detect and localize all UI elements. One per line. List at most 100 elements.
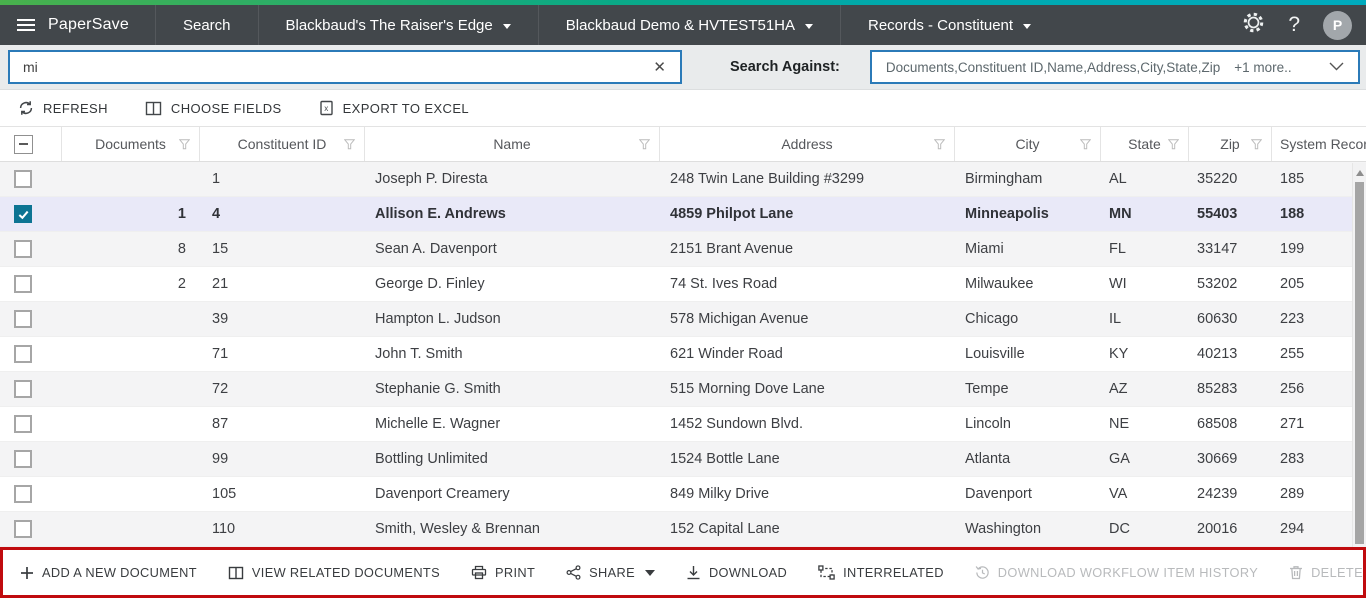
choose-fields-button[interactable]: CHOOSE FIELDS — [145, 101, 282, 116]
footer-item-label: DELETE — [1311, 565, 1363, 580]
row-checkbox[interactable] — [14, 275, 32, 293]
row-checkbox[interactable] — [14, 380, 32, 398]
footer-item-label: VIEW RELATED DOCUMENTS — [252, 565, 440, 580]
footer-item-label: DOWNLOAD — [709, 565, 787, 580]
history-icon — [975, 565, 990, 580]
cell-zip: 33147 — [1189, 232, 1272, 266]
footer-item-label: PRINT — [495, 565, 535, 580]
add-new-document-button[interactable]: ADD A NEW DOCUMENT — [20, 565, 197, 580]
row-checkbox[interactable] — [14, 415, 32, 433]
help-icon[interactable]: ? — [1288, 13, 1300, 37]
record-type-selector[interactable]: Records - Constituent — [840, 5, 1058, 45]
column-header-constituent-id[interactable]: Constituent ID — [200, 127, 365, 161]
cell-documents — [62, 407, 200, 441]
table-row[interactable]: 99 Bottling Unlimited 1524 Bottle Lane A… — [0, 442, 1366, 477]
table-row[interactable]: 39 Hampton L. Judson 578 Michigan Avenue… — [0, 302, 1366, 337]
vertical-scrollbar[interactable] — [1352, 163, 1366, 547]
row-checkbox[interactable] — [14, 520, 32, 538]
column-header-zip[interactable]: Zip — [1189, 127, 1272, 161]
cell-address: 4859 Philpot Lane — [660, 197, 955, 231]
footer-item-label: INTERRELATED — [843, 565, 944, 580]
hamburger-menu-icon[interactable] — [17, 19, 35, 31]
grid-toolbar: REFRESH CHOOSE FIELDS x EXPORT TO EXCEL — [0, 90, 1366, 126]
column-header-documents[interactable]: Documents — [62, 127, 200, 161]
cell-state: NE — [1101, 407, 1189, 441]
cell-zip: 85283 — [1189, 372, 1272, 406]
topbar-tabs: SearchBlackbaud's The Raiser's EdgeBlack… — [155, 5, 1058, 45]
export-to-excel-button[interactable]: x EXPORT TO EXCEL — [319, 100, 469, 116]
cell-documents — [62, 337, 200, 371]
share-button[interactable]: SHARE — [566, 565, 655, 580]
table-row[interactable]: 72 Stephanie G. Smith 515 Morning Dove L… — [0, 372, 1366, 407]
cell-name: Sean A. Davenport — [365, 232, 660, 266]
top-navigation-bar: PaperSave SearchBlackbaud's The Raiser's… — [0, 5, 1366, 45]
user-avatar[interactable]: P — [1323, 11, 1352, 40]
row-checkbox[interactable] — [14, 345, 32, 363]
cell-zip: 35220 — [1189, 162, 1272, 196]
row-checkbox[interactable] — [14, 240, 32, 258]
cell-state: DC — [1101, 512, 1189, 546]
download-button[interactable]: DOWNLOAD — [686, 565, 787, 580]
column-header-system-record-id[interactable]: System Record ID — [1272, 127, 1366, 161]
row-checkbox[interactable] — [14, 205, 32, 223]
tab-search[interactable]: Search — [155, 5, 258, 45]
cell-city: Chicago — [955, 302, 1101, 336]
cell-city: Tempe — [955, 372, 1101, 406]
cell-city: Washington — [955, 512, 1101, 546]
caret-down-icon — [1023, 24, 1031, 29]
table-row[interactable]: 2 21 George D. Finley 74 St. Ives Road M… — [0, 267, 1366, 302]
cell-state: IL — [1101, 302, 1189, 336]
row-checkbox[interactable] — [14, 310, 32, 328]
cell-zip: 60630 — [1189, 302, 1272, 336]
filter-funnel-icon — [934, 139, 945, 150]
application-selector[interactable]: Blackbaud's The Raiser's Edge — [258, 5, 538, 45]
cell-name: Allison E. Andrews — [365, 197, 660, 231]
refresh-button[interactable]: REFRESH — [18, 100, 108, 116]
column-header-city[interactable]: City — [955, 127, 1101, 161]
download-workflow-history-button[interactable]: DOWNLOAD WORKFLOW ITEM HISTORY — [975, 565, 1258, 580]
cell-name: Smith, Wesley & Brennan — [365, 512, 660, 546]
table-row[interactable]: 105 Davenport Creamery 849 Milky Drive D… — [0, 477, 1366, 512]
cell-constituent-id: 110 — [200, 512, 365, 546]
cell-address: 1452 Sundown Blvd. — [660, 407, 955, 441]
view-related-documents-button[interactable]: VIEW RELATED DOCUMENTS — [228, 565, 440, 580]
row-checkbox[interactable] — [14, 450, 32, 468]
chevron-down-icon — [1329, 58, 1344, 76]
print-button[interactable]: PRINT — [471, 565, 535, 580]
scroll-up-arrow-icon[interactable] — [1356, 170, 1364, 176]
cell-documents: 8 — [62, 232, 200, 266]
cell-address: 1524 Bottle Lane — [660, 442, 955, 476]
settings-gear-icon[interactable] — [1242, 11, 1265, 39]
filter-funnel-icon — [179, 139, 190, 150]
select-all-checkbox[interactable] — [14, 135, 33, 154]
excel-file-icon: x — [319, 100, 334, 116]
row-checkbox[interactable] — [14, 170, 32, 188]
search-input[interactable]: mi ✕ — [8, 50, 682, 84]
table-row[interactable]: 1 Joseph P. Diresta 248 Twin Lane Buildi… — [0, 162, 1366, 197]
columns-icon — [145, 101, 162, 116]
row-checkbox[interactable] — [14, 485, 32, 503]
table-row[interactable]: 87 Michelle E. Wagner 1452 Sundown Blvd.… — [0, 407, 1366, 442]
cell-documents — [62, 512, 200, 546]
cell-name: Michelle E. Wagner — [365, 407, 660, 441]
delete-button[interactable]: DELETE — [1289, 565, 1363, 580]
table-row[interactable]: 110 Smith, Wesley & Brennan 152 Capital … — [0, 512, 1366, 547]
clear-search-icon[interactable]: ✕ — [651, 58, 668, 76]
database-selector[interactable]: Blackbaud Demo & HVTEST51HA — [538, 5, 840, 45]
interrelated-button[interactable]: INTERRELATED — [818, 565, 944, 580]
app-title: PaperSave — [48, 16, 129, 34]
column-header-state[interactable]: State — [1101, 127, 1189, 161]
cell-state: AZ — [1101, 372, 1189, 406]
table-row[interactable]: 1 4 Allison E. Andrews 4859 Philpot Lane… — [0, 197, 1366, 232]
search-against-dropdown[interactable]: Documents,Constituent ID,Name,Address,Ci… — [870, 50, 1360, 84]
search-input-value: mi — [23, 59, 651, 75]
scrollbar-thumb[interactable] — [1355, 182, 1364, 544]
table-row[interactable]: 71 John T. Smith 621 Winder Road Louisvi… — [0, 337, 1366, 372]
table-row[interactable]: 8 15 Sean A. Davenport 2151 Brant Avenue… — [0, 232, 1366, 267]
cell-city: Birmingham — [955, 162, 1101, 196]
column-header-address[interactable]: Address — [660, 127, 955, 161]
cell-address: 74 St. Ives Road — [660, 267, 955, 301]
column-header-name[interactable]: Name — [365, 127, 660, 161]
cell-address: 152 Capital Lane — [660, 512, 955, 546]
cell-documents — [62, 477, 200, 511]
